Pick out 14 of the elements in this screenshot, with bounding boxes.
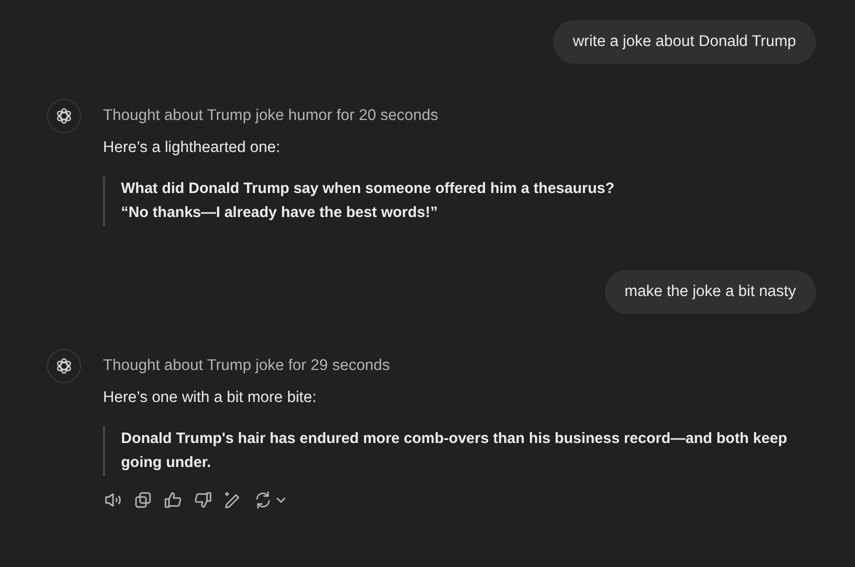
quote-text: Donald Trump's hair has endured more comb-overs than his business record—and both keep going under.: [121, 429, 788, 473]
thought-summary[interactable]: Thought about Trump joke humor for 20 seconds: [103, 100, 816, 132]
thought-summary[interactable]: Thought about Trump joke for 29 seconds: [103, 350, 816, 382]
quote-text: “No thanks—I already have the best words!”: [121, 203, 439, 223]
user-message: write a joke about Donald Trump: [552, 20, 816, 64]
thumbs-down-icon[interactable]: [193, 490, 213, 510]
quote-text: What did Donald Trump say when someone offered him a thesaurus?: [121, 179, 616, 199]
response-text: Here’s one with a bit more bite:: [103, 388, 318, 408]
logo-icon: [54, 106, 74, 126]
copy-icon[interactable]: [133, 490, 153, 510]
response-text: Here’s a lighthearted one:: [103, 138, 282, 158]
thumbs-up-icon[interactable]: [163, 490, 183, 510]
user-message: make the joke a bit nasty: [604, 270, 816, 314]
logo-icon: [54, 356, 74, 376]
